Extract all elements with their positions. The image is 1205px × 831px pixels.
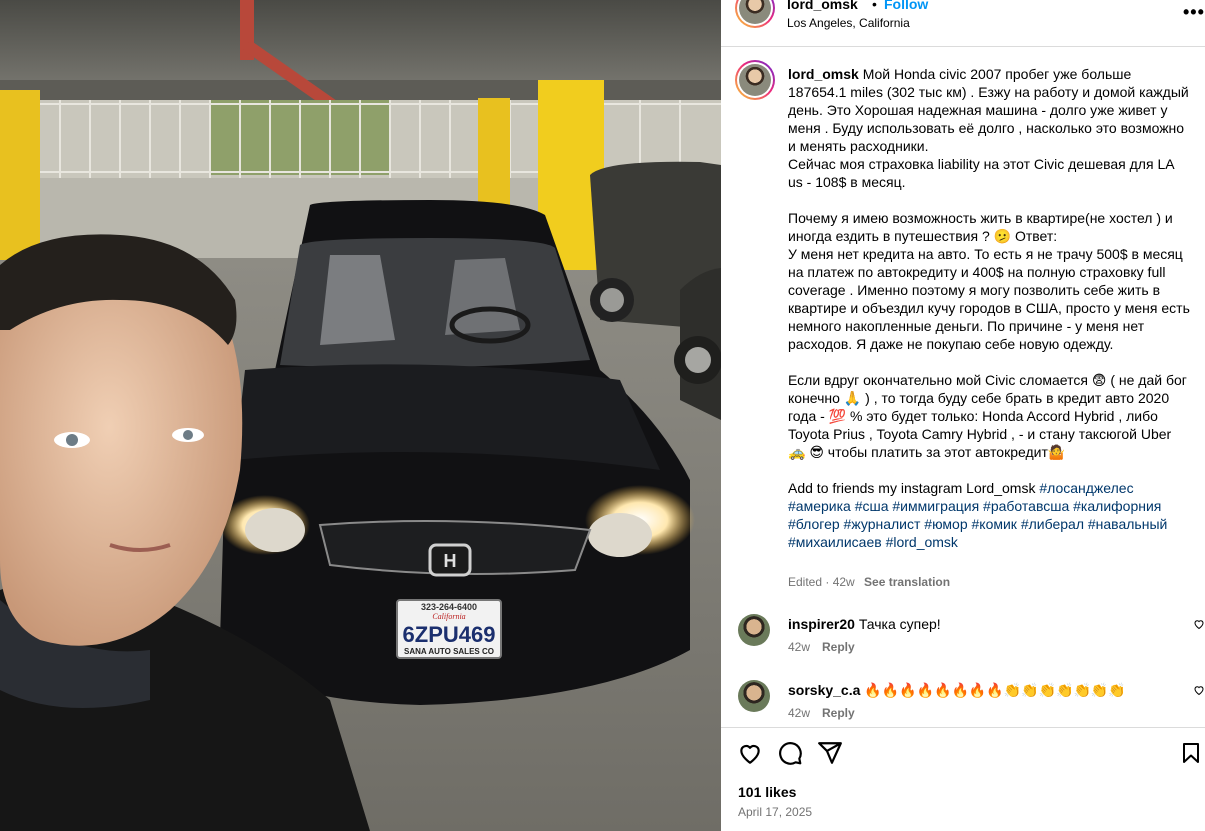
post-actions: 101 likes April 17, 2025 (721, 727, 1205, 831)
plate-dealer: SANA AUTO SALES CO (404, 647, 494, 656)
post-photo[interactable]: H 323-264-6400 California 6ZPU469 SANA A… (0, 0, 721, 831)
edited-label: Edited · 42w (788, 575, 855, 589)
author-avatar[interactable] (735, 0, 775, 28)
plate-state: California (432, 612, 465, 621)
comment-meta: 42w Reply (788, 640, 855, 654)
commenter-avatar[interactable] (738, 680, 770, 712)
comment-time: 42w (788, 706, 811, 720)
comment-item: inspirer20 Тачка супер! 42w Reply (721, 614, 1205, 670)
like-icon[interactable] (737, 740, 763, 766)
photo-scene: H 323-264-6400 California 6ZPU469 SANA A… (0, 0, 721, 831)
comment-text: Тачка супер! (858, 616, 941, 632)
header-separator: • (872, 0, 877, 12)
post-location[interactable]: Los Angeles, California (787, 16, 910, 30)
caption: lord_omsk Мой Honda civic 2007 пробег уж… (721, 48, 1205, 608)
commenter-username[interactable]: inspirer20 (788, 616, 855, 632)
comment-icon[interactable] (777, 740, 803, 766)
comment-line: inspirer20 Тачка супер! (788, 615, 1188, 633)
save-icon[interactable] (1179, 740, 1203, 766)
like-count[interactable]: 101 likes (738, 784, 796, 800)
comment-text: 🔥🔥🔥🔥🔥🔥🔥🔥👏👏👏👏👏👏👏 (864, 682, 1126, 698)
comment-like-icon[interactable] (1193, 684, 1205, 696)
comment-time: 42w (788, 640, 811, 654)
author-username[interactable]: lord_omsk (787, 0, 858, 12)
reply-button[interactable]: Reply (822, 706, 855, 720)
post-date: April 17, 2025 (738, 805, 813, 819)
follow-button[interactable]: Follow (884, 0, 928, 12)
comment-line: sorsky_c.a 🔥🔥🔥🔥🔥🔥🔥🔥👏👏👏👏👏👏👏 (788, 681, 1188, 699)
caption-username[interactable]: lord_omsk (788, 66, 859, 82)
commenter-username[interactable]: sorsky_c.a (788, 682, 860, 698)
see-translation-link[interactable]: See translation (864, 575, 950, 589)
post-sidebar: lord_omsk • Follow Los Angeles, Californ… (721, 0, 1205, 831)
post-header: lord_omsk • Follow Los Angeles, Californ… (721, 0, 1205, 47)
commenter-avatar[interactable] (738, 614, 770, 646)
caption-body: Мой Honda civic 2007 пробег уже больше 1… (788, 66, 1190, 496)
caption-text: lord_omsk Мой Honda civic 2007 пробег уж… (788, 65, 1191, 551)
reply-button[interactable]: Reply (822, 640, 855, 654)
comment-meta: 42w Reply (788, 706, 855, 720)
plate-number: 6ZPU469 (403, 622, 496, 647)
caption-meta: Edited · 42w See translation (788, 575, 950, 589)
more-options-icon[interactable]: ••• (1183, 2, 1205, 23)
plate-phone: 323-264-6400 (421, 602, 477, 612)
svg-text:H: H (444, 551, 457, 571)
share-icon[interactable] (817, 740, 843, 766)
caption-avatar[interactable] (735, 60, 775, 100)
comment-like-icon[interactable] (1193, 618, 1205, 630)
